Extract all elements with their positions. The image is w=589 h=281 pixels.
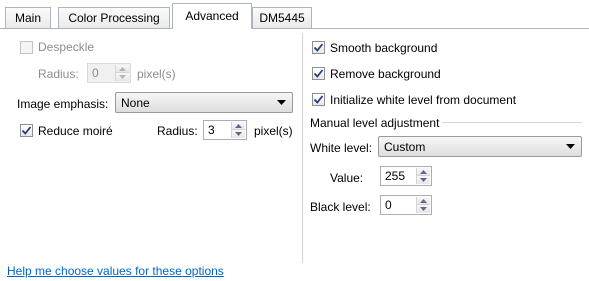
black-level-value: 0 — [385, 198, 392, 212]
white-level-label: White level: — [310, 141, 373, 155]
spin-up-icon[interactable] — [417, 168, 430, 176]
tab-strip-divider — [0, 28, 589, 29]
despeckle-radius-value: 0 — [92, 66, 99, 80]
white-level-dropdown[interactable]: Custom — [378, 136, 582, 157]
checkmark-icon — [313, 69, 324, 78]
black-level-spinner[interactable]: 0 — [380, 195, 432, 215]
image-emphasis-value: None — [121, 96, 150, 110]
spin-down-icon[interactable] — [116, 73, 129, 81]
spin-up-icon[interactable] — [116, 65, 129, 73]
spin-up-icon[interactable] — [417, 197, 430, 205]
despeckle-checkbox[interactable] — [20, 41, 33, 54]
spin-up-icon[interactable] — [232, 122, 245, 130]
chevron-down-icon — [566, 144, 575, 149]
group-separator — [442, 122, 582, 123]
spin-down-icon[interactable] — [232, 130, 245, 138]
moire-radius-label: Radius: — [157, 124, 198, 138]
value-label: Value: — [330, 171, 364, 185]
remove-background-checkbox[interactable] — [312, 67, 325, 80]
column-divider — [302, 33, 303, 263]
checkmark-icon — [21, 126, 32, 135]
spin-down-icon[interactable] — [417, 205, 430, 213]
image-emphasis-dropdown[interactable]: None — [115, 92, 293, 113]
smooth-background-checkbox[interactable] — [312, 41, 325, 54]
remove-background-label: Remove background — [330, 67, 441, 81]
tab-advanced[interactable]: Advanced — [172, 3, 252, 29]
tab-color-processing[interactable]: Color Processing — [58, 7, 170, 28]
white-value-value: 255 — [385, 169, 406, 183]
image-emphasis-label: Image emphasis: — [17, 97, 109, 111]
manual-level-group-label: Manual level adjustment — [310, 116, 440, 130]
checkmark-icon — [313, 95, 324, 104]
despeckle-radius-unit: pixel(s) — [137, 67, 176, 81]
initialize-white-level-checkbox[interactable] — [312, 93, 325, 106]
despeckle-label: Despeckle — [38, 40, 95, 54]
moire-radius-unit: pixel(s) — [254, 124, 293, 138]
tab-dm5445[interactable]: DM5445 — [252, 7, 312, 28]
reduce-moire-label: Reduce moiré — [38, 124, 113, 138]
moire-radius-value: 3 — [208, 123, 215, 137]
white-value-spinner[interactable]: 255 — [380, 166, 432, 186]
black-level-label: Black level: — [310, 200, 371, 214]
spin-down-icon[interactable] — [417, 176, 430, 184]
help-link[interactable]: Help me choose values for these options — [7, 264, 224, 278]
despeckle-radius-label: Radius: — [38, 67, 79, 81]
white-level-value: Custom — [384, 140, 426, 154]
moire-radius-spinner[interactable]: 3 — [203, 120, 247, 140]
chevron-down-icon — [277, 100, 286, 105]
reduce-moire-checkbox[interactable] — [20, 124, 33, 137]
initialize-white-level-label: Initialize white level from document — [330, 93, 517, 107]
despeckle-radius-spinner[interactable]: 0 — [87, 63, 131, 83]
tab-main[interactable]: Main — [5, 7, 51, 28]
smooth-background-label: Smooth background — [330, 41, 438, 55]
checkmark-icon — [313, 43, 324, 52]
